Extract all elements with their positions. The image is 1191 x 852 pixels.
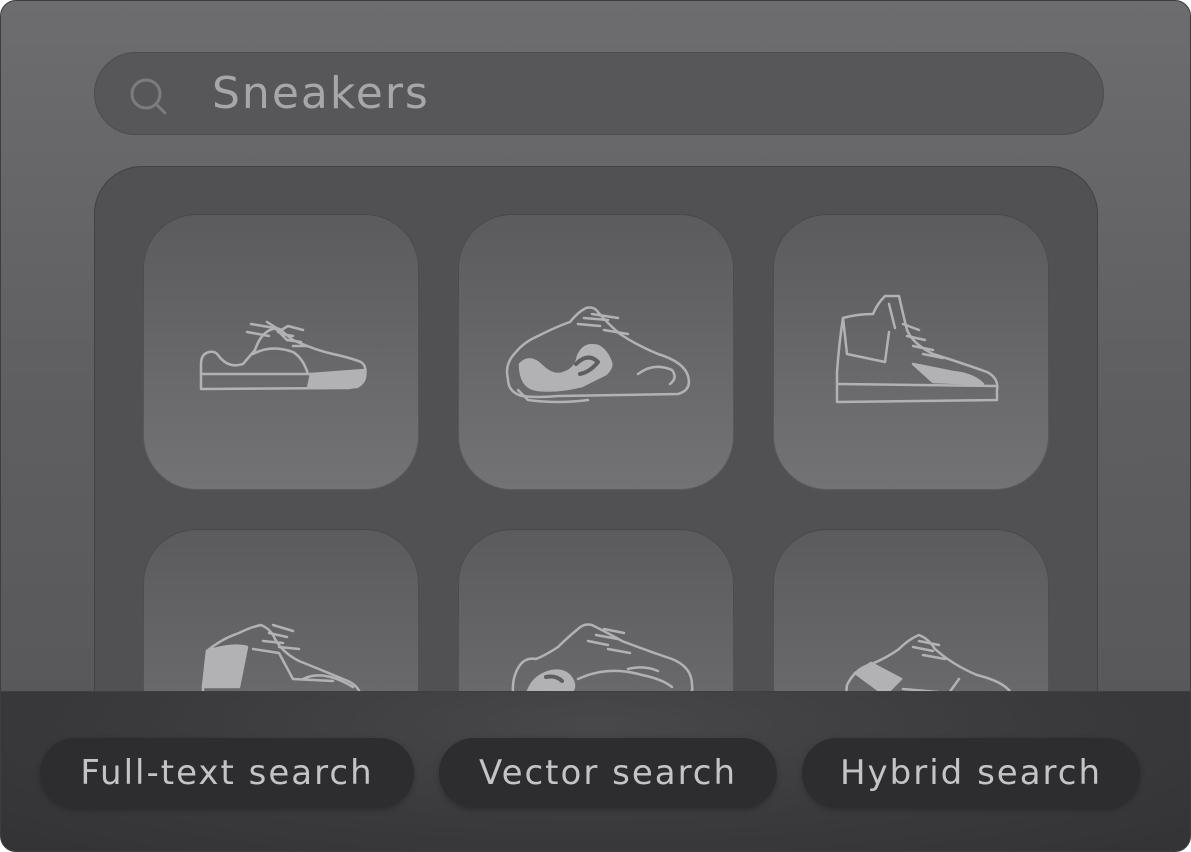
search-icon (130, 78, 167, 115)
product-card[interactable] (773, 214, 1049, 490)
app-window: Sneakers Full-text search Vector search … (0, 0, 1191, 852)
low-top-sneaker-icon (199, 320, 367, 391)
search-bar[interactable]: Sneakers (94, 52, 1104, 135)
full-text-search-button[interactable]: Full-text search (40, 738, 414, 808)
high-top-sneaker-icon (835, 294, 999, 404)
vector-search-button[interactable]: Vector search (439, 738, 777, 808)
search-input[interactable]: Sneakers (212, 52, 430, 135)
chunky-runner-sneaker-icon (505, 306, 691, 404)
product-card[interactable] (143, 214, 419, 490)
hybrid-search-button[interactable]: Hybrid search (802, 738, 1140, 808)
search-mode-bar: Full-text search Vector search Hybrid se… (1, 691, 1190, 851)
product-card[interactable] (458, 214, 734, 490)
